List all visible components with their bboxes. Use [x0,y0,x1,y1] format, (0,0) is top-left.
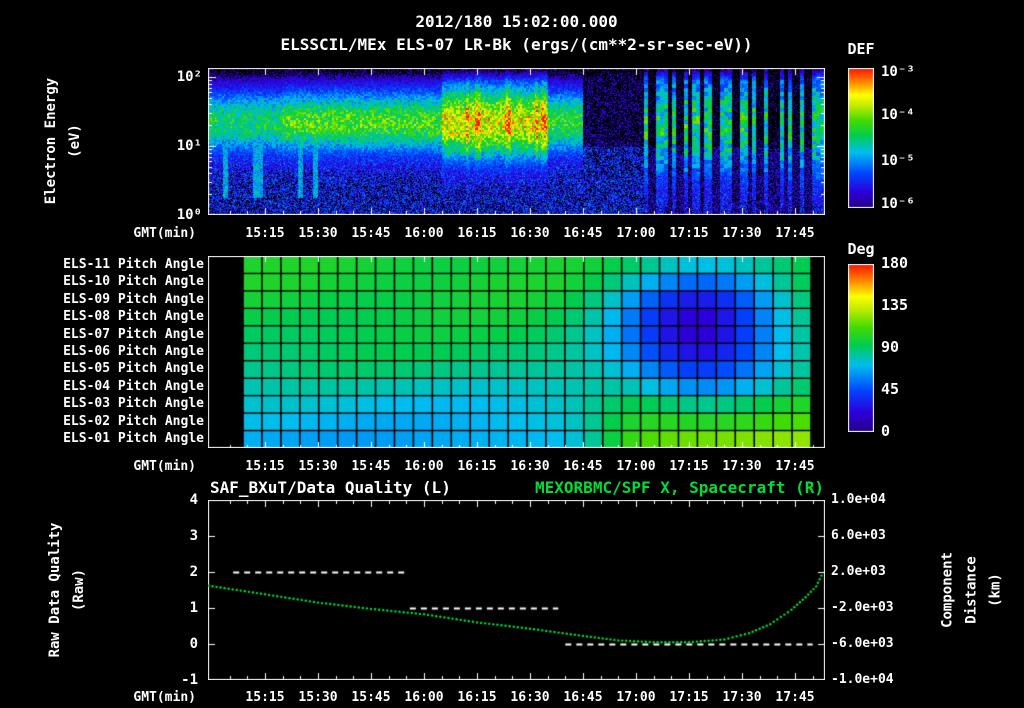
plot-datetime-title: 2012/180 15:02:00.000 [415,12,618,31]
pitch-angle-heatmap [208,256,825,448]
x-tick-label: 17:45 [775,459,815,474]
x-tick-label: 17:00 [616,459,656,474]
pitch-row-label: ELS-10 Pitch Angle [63,274,204,290]
spectrogram-y-axis-label: Electron Energy (eV) [43,77,83,205]
spectrogram-ytick-label: 10⁰ [176,207,202,223]
distance-ytick-label: 2.0e+03 [831,564,886,579]
distance-ytick-label: -1.0e+04 [831,672,894,687]
x-tick-label: 17:00 [616,226,656,241]
x-tick-label: 16:45 [563,459,603,474]
x-tick-label: 16:30 [510,459,550,474]
distance-ytick-label: -6.0e+03 [831,636,894,651]
pitch-row-label: ELS-02 Pitch Angle [63,413,204,429]
x-tick-label: 17:45 [775,226,815,241]
pitch-row-label: ELS-11 Pitch Angle [63,256,204,272]
x-tick-label: 17:30 [722,226,762,241]
cdaweb-science-plot: 2012/180 15:02:00.000 ELSSCIL/MEx ELS-07… [0,0,1024,708]
x-tick-label: 16:00 [404,690,444,705]
gmt-axis-label: GMT(min) [133,226,196,241]
deg-colorbar-tick-label: 45 [881,380,900,398]
x-tick-label: 16:15 [457,459,497,474]
distance-ytick-label: 1.0e+04 [831,492,886,507]
electron-energy-spectrogram-heatmap [208,68,825,215]
def-colorbar-tick-label: 10⁻⁴ [881,107,915,123]
x-tick-label: 16:45 [563,690,603,705]
deg-colorbar [848,264,874,432]
distance-ytick-label: 6.0e+03 [831,528,886,543]
quality-ytick-label: 0 [189,636,198,652]
x-tick-label: 15:30 [298,459,338,474]
x-tick-label: 17:30 [722,690,762,705]
x-tick-label: 17:30 [722,459,762,474]
spacecraft-series-title: MEXORBMC/SPF X, Spacecraft (R) [535,478,824,497]
distance-y-axis-label: Component Distance (km) [939,552,1003,628]
x-tick-label: 15:45 [351,459,391,474]
def-colorbar-tick-label: 10⁻⁶ [881,196,915,212]
x-tick-label: 17:45 [775,690,815,705]
deg-colorbar-tick-label: 135 [881,296,909,314]
pitch-row-label: ELS-03 Pitch Angle [63,396,204,412]
pitch-row-label: ELS-01 Pitch Angle [63,431,204,447]
quality-ytick-label: 4 [189,492,198,508]
x-tick-label: 16:45 [563,226,603,241]
x-tick-label: 16:15 [457,226,497,241]
gmt-axis-label: GMT(min) [133,459,196,474]
deg-colorbar-tick-label: 180 [881,254,909,272]
quality-ytick-label: 3 [189,528,198,544]
spectrogram-ytick-label: 10² [176,69,202,85]
deg-colorbar-tick-label: 0 [881,422,891,440]
spectrogram-ytick-label: 10¹ [176,138,202,154]
x-tick-label: 15:45 [351,226,391,241]
gmt-axis-label: GMT(min) [133,690,196,705]
x-tick-label: 15:45 [351,690,391,705]
x-tick-label: 16:00 [404,226,444,241]
deg-colorbar-tick-label: 90 [881,338,900,356]
distance-ytick-label: -2.0e+03 [831,600,894,615]
x-tick-label: 15:15 [245,690,285,705]
quality-distance-line-chart [208,500,825,680]
pitch-row-label: ELS-05 Pitch Angle [63,361,204,377]
x-tick-label: 16:30 [510,690,550,705]
quality-ytick-label: -1 [181,672,198,688]
pitch-row-label: ELS-04 Pitch Angle [63,378,204,394]
pitch-row-label: ELS-07 Pitch Angle [63,326,204,342]
x-tick-label: 17:15 [669,226,709,241]
quality-y-axis-label: Raw Data Quality (Raw) [47,522,87,658]
def-colorbar [848,68,874,208]
x-tick-label: 17:15 [669,459,709,474]
x-tick-label: 16:30 [510,226,550,241]
x-tick-label: 15:30 [298,690,338,705]
pitch-row-label: ELS-08 Pitch Angle [63,309,204,325]
pitch-row-label: ELS-09 Pitch Angle [63,291,204,307]
x-tick-label: 17:00 [616,690,656,705]
quality-ytick-label: 1 [189,600,198,616]
quality-ytick-label: 2 [189,564,198,580]
x-tick-label: 16:00 [404,459,444,474]
x-tick-label: 15:30 [298,226,338,241]
x-tick-label: 15:15 [245,226,285,241]
x-tick-label: 15:15 [245,459,285,474]
pitch-row-label: ELS-06 Pitch Angle [63,344,204,359]
def-colorbar-title: DEF [847,40,875,58]
x-tick-label: 17:15 [669,690,709,705]
def-colorbar-tick-label: 10⁻⁵ [881,153,915,169]
def-colorbar-tick-label: 10⁻³ [881,64,915,80]
x-tick-label: 16:15 [457,690,497,705]
spectrogram-panel-title: ELSSCIL/MEx ELS-07 LR-Bk (ergs/(cm**2-sr… [280,35,753,54]
